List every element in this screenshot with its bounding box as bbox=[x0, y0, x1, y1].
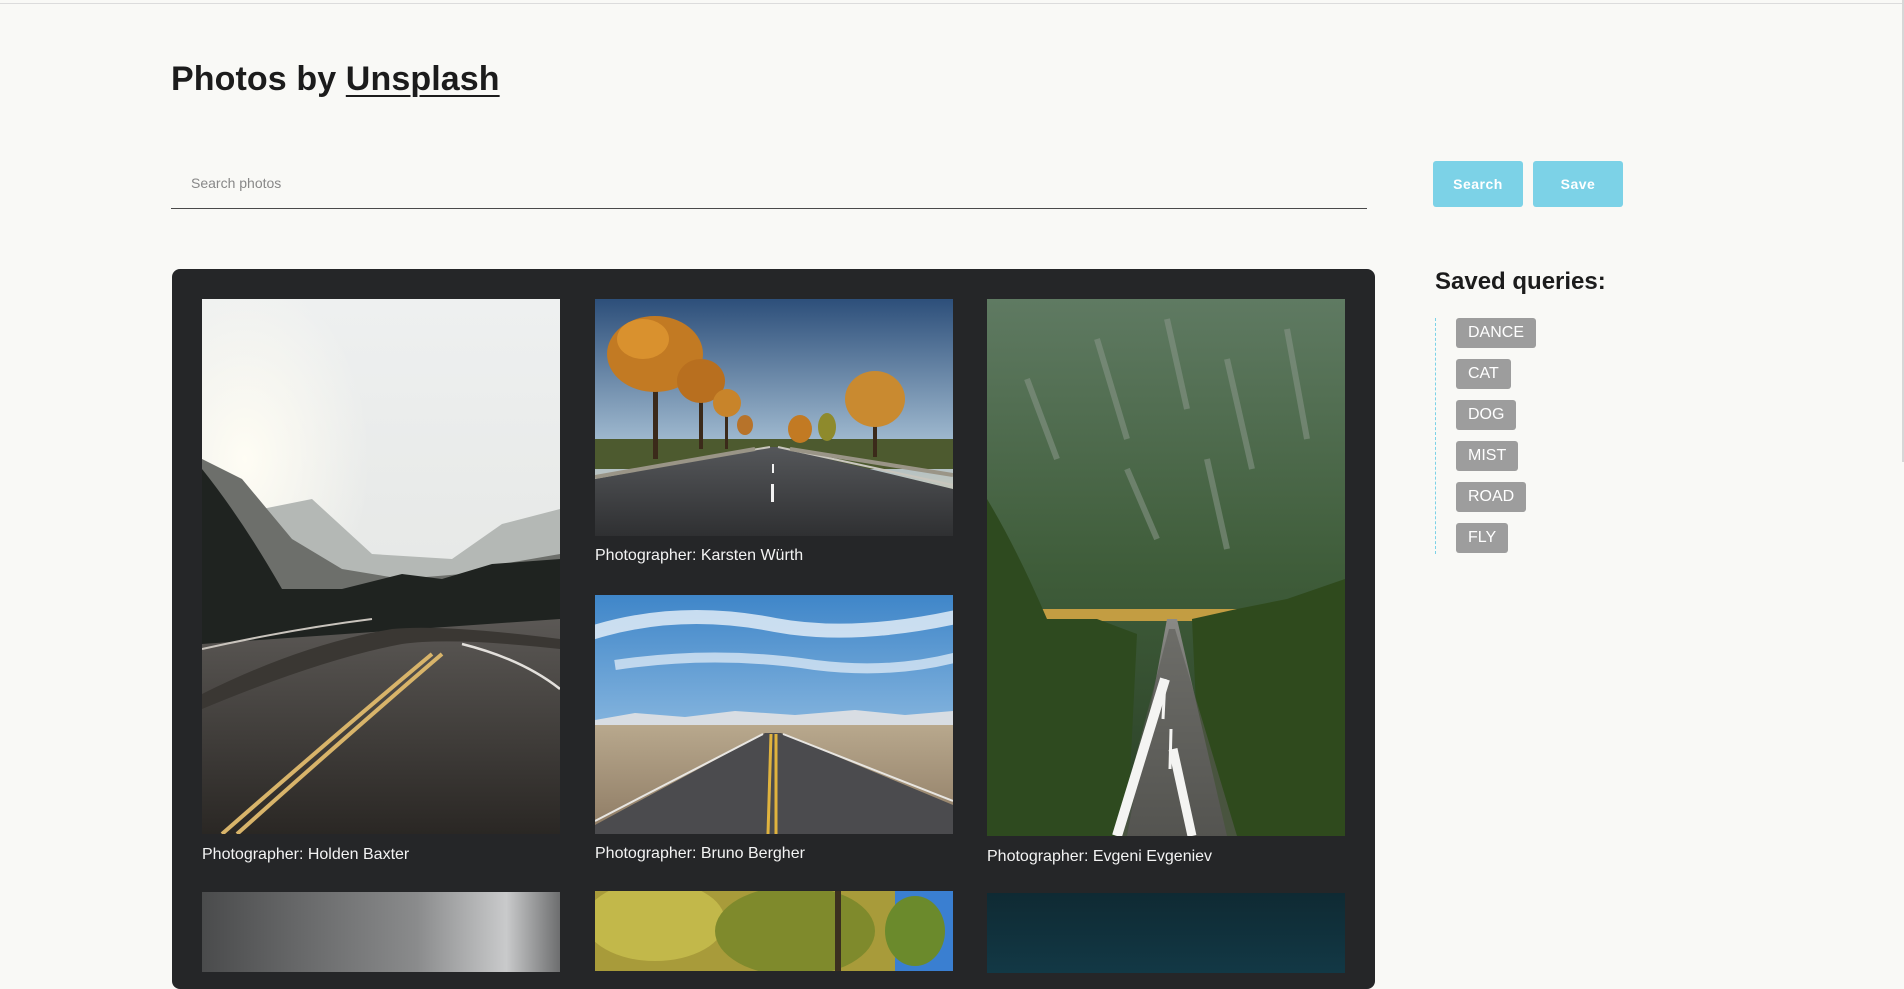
page-title-prefix: Photos by bbox=[171, 60, 346, 98]
photo-caption: Photographer: Karsten Würth bbox=[595, 547, 804, 564]
photo-partial-dark[interactable] bbox=[987, 893, 1345, 973]
top-divider bbox=[0, 3, 1904, 4]
saved-query-road[interactable]: ROAD bbox=[1456, 482, 1527, 512]
photo-caption: Photographer: Holden Baxter bbox=[202, 846, 410, 863]
photo-partial-forest[interactable] bbox=[595, 891, 953, 971]
photo-card-partial[interactable] bbox=[987, 893, 1345, 973]
photo-card-karsten-wurth[interactable]: Photographer: Karsten Würth bbox=[595, 299, 953, 564]
photo-partial-gray[interactable] bbox=[202, 892, 560, 972]
search-button[interactable]: Search bbox=[1433, 161, 1523, 207]
photo-card-evgeni-evgeniev[interactable]: Photographer: Evgeni Evgeniev bbox=[987, 299, 1345, 865]
photo-desert-road[interactable] bbox=[595, 595, 953, 834]
photo-card-partial[interactable] bbox=[202, 892, 560, 972]
photo-card-bruno-bergher[interactable]: Photographer: Bruno Bergher bbox=[595, 595, 953, 862]
saved-query-mist[interactable]: MIST bbox=[1456, 441, 1519, 471]
photo-gallery: Photographer: Holden Baxter Photographer… bbox=[172, 269, 1375, 989]
save-button[interactable]: Save bbox=[1533, 161, 1623, 207]
photo-mountain-road[interactable] bbox=[987, 299, 1345, 836]
saved-queries-title: Saved queries: bbox=[1435, 268, 1606, 295]
page-title: Photos by Unsplash bbox=[171, 60, 500, 99]
search-input[interactable] bbox=[171, 160, 1367, 206]
saved-query-dog[interactable]: DOG bbox=[1456, 400, 1517, 430]
photo-caption: Photographer: Evgeni Evgeniev bbox=[987, 848, 1213, 865]
search-field bbox=[171, 160, 1367, 209]
saved-query-fly[interactable]: FLY bbox=[1456, 523, 1509, 553]
photo-card-holden-baxter[interactable]: Photographer: Holden Baxter bbox=[202, 299, 560, 863]
unsplash-link[interactable]: Unsplash bbox=[346, 60, 500, 98]
photo-caption: Photographer: Bruno Bergher bbox=[595, 845, 805, 862]
saved-query-cat[interactable]: CAT bbox=[1456, 359, 1511, 389]
photo-autumn-road[interactable] bbox=[595, 299, 953, 536]
saved-query-dance[interactable]: DANCE bbox=[1456, 318, 1537, 348]
photo-curved-road[interactable] bbox=[202, 299, 560, 834]
photo-card-partial[interactable] bbox=[595, 891, 953, 971]
saved-queries-list: DANCE CAT DOG MIST ROAD FLY bbox=[1435, 318, 1595, 554]
